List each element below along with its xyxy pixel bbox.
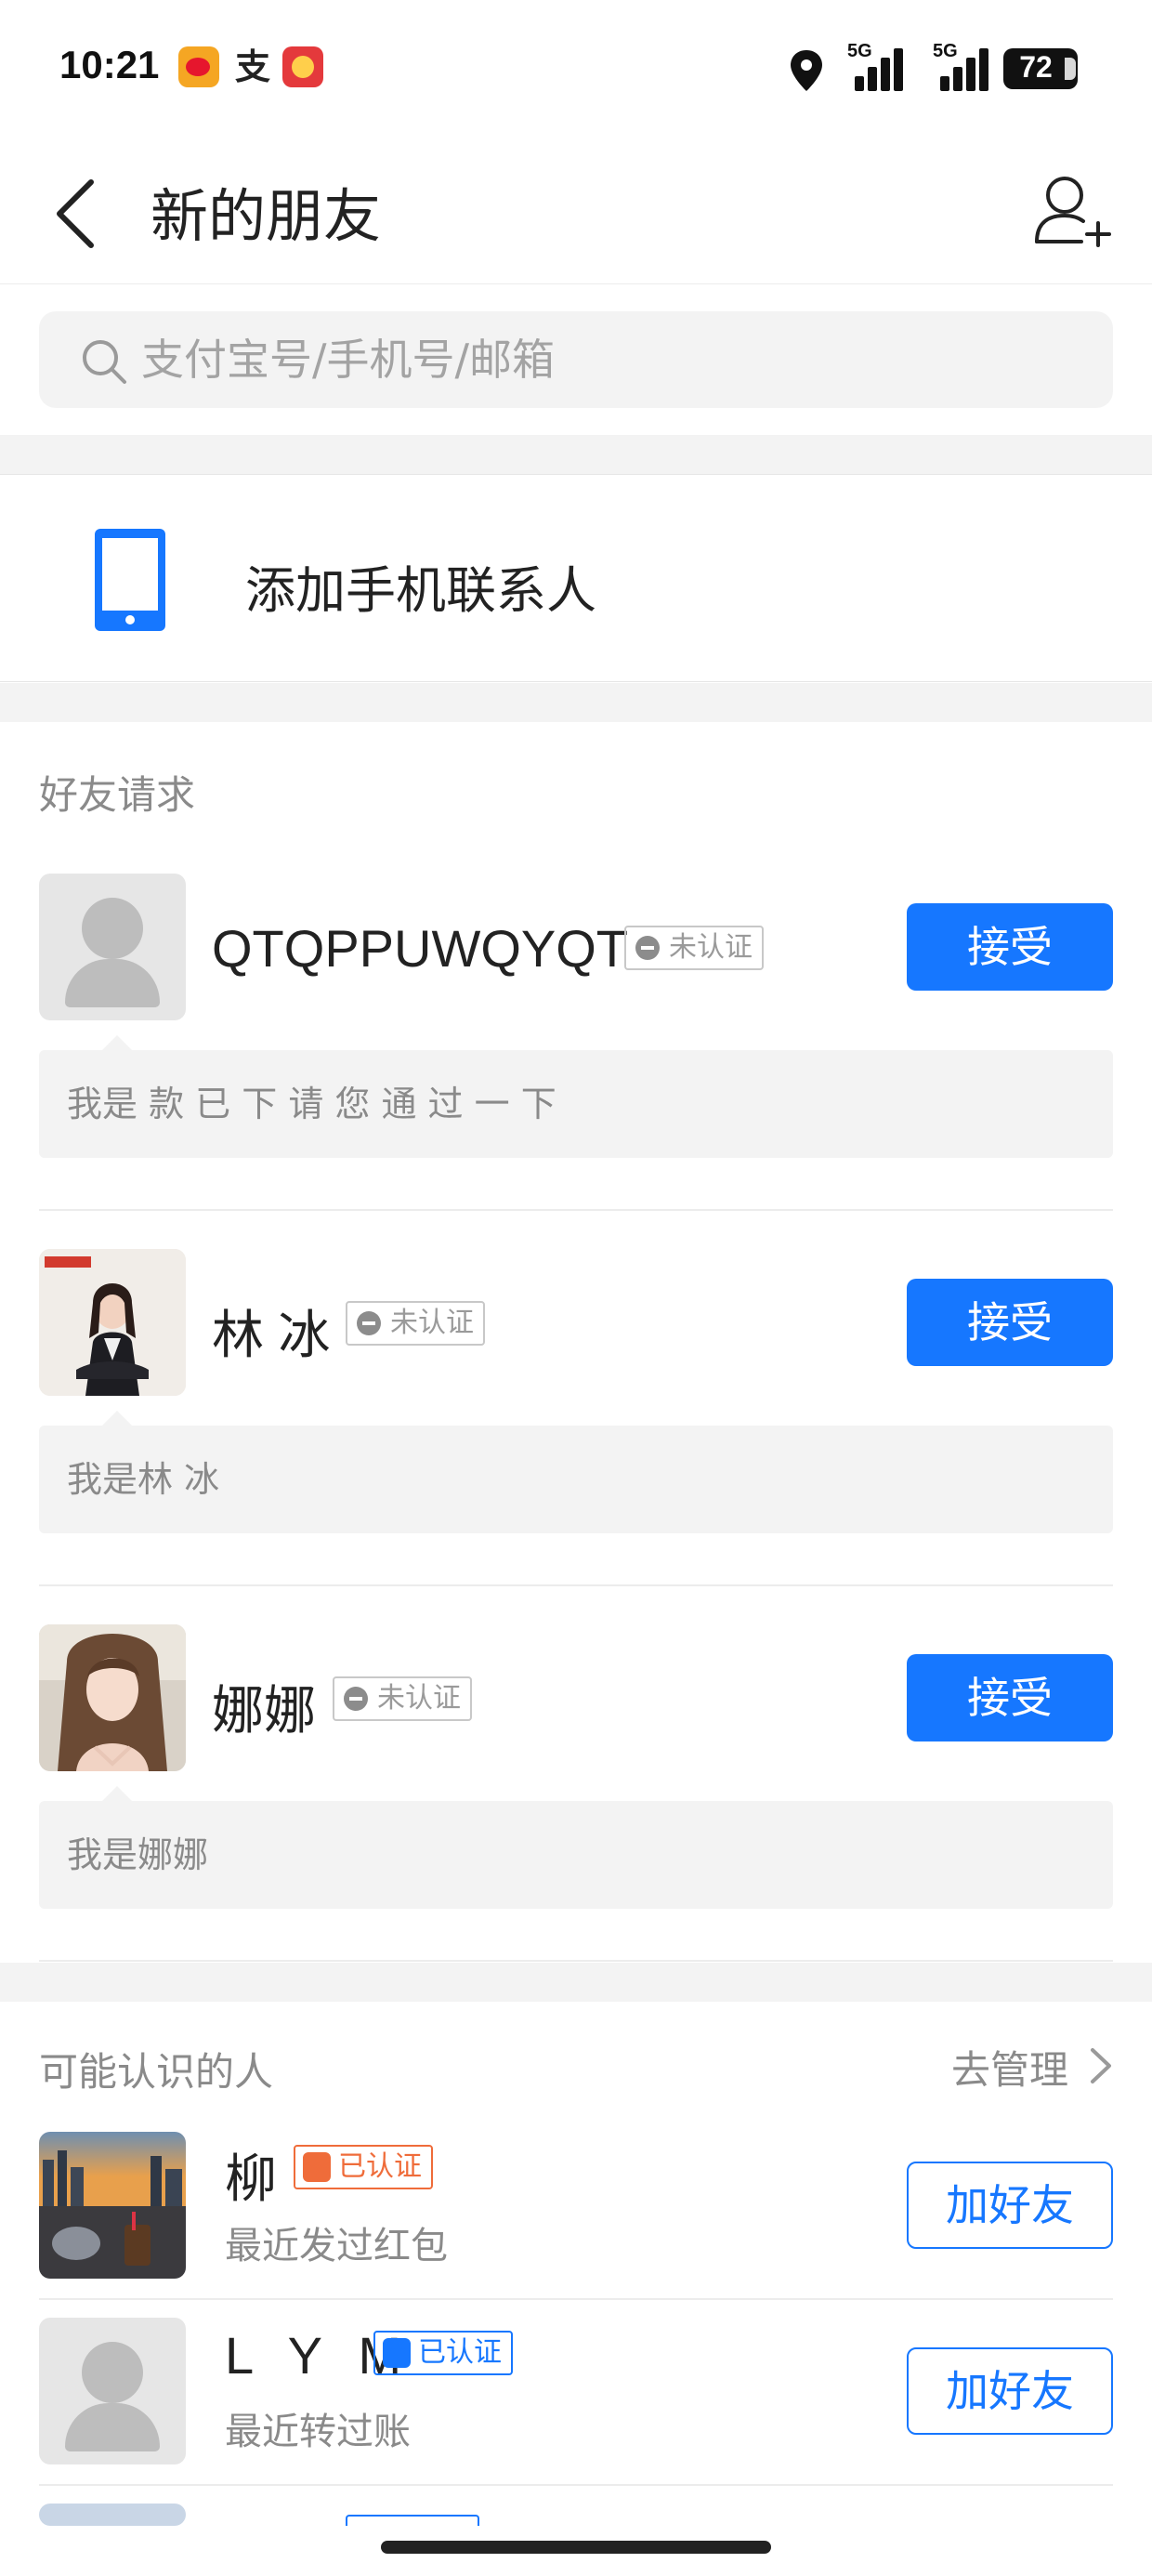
- unverified-badge: 未认证: [346, 1301, 485, 1346]
- cellular-signal-icon-2: 5G: [927, 41, 990, 91]
- accept-button[interactable]: 接受: [907, 1279, 1113, 1366]
- verified-badge: 已认证: [294, 2145, 433, 2189]
- avatar-photo-city-sunset[interactable]: [39, 2132, 186, 2279]
- person-activity: 最近转过账: [225, 2411, 411, 2453]
- verified-badge: 已认证: [373, 2331, 513, 2375]
- unverified-badge: 未认证: [333, 1676, 472, 1721]
- section-gap-3: [0, 1963, 1152, 2002]
- divider: [39, 2484, 1113, 2486]
- request-message: 我是娜娜: [39, 1786, 1113, 1909]
- avatar-placeholder[interactable]: [39, 874, 186, 1020]
- friend-requests-title: 好友请求: [39, 772, 196, 818]
- accept-button[interactable]: 接受: [907, 1654, 1113, 1741]
- request-message: 我是 款 已 下 请 您 通 过 一 下: [39, 1035, 1113, 1158]
- search-icon: [83, 340, 126, 384]
- request-message: 我是林 冰: [39, 1411, 1113, 1533]
- battery-level: 72: [1019, 50, 1053, 84]
- section-gap: [0, 435, 1152, 474]
- people-you-may-know-title: 可能认识的人: [39, 2049, 274, 2095]
- add-friend-button[interactable]: 加好友: [907, 2162, 1113, 2249]
- add-friend-button[interactable]: 加好友: [907, 2347, 1113, 2435]
- location-icon: [791, 50, 822, 91]
- status-bar: 10:21 支 5G 5G 72: [0, 0, 1152, 139]
- person-name: 柳: [225, 2149, 288, 2208]
- page-title: 新的朋友: [151, 182, 382, 250]
- avatar-photo-business-woman[interactable]: [39, 1249, 186, 1396]
- shopping-notification-icon: [282, 46, 323, 87]
- divider: [39, 1209, 1113, 1211]
- cellular-signal-icon: 5G: [842, 41, 905, 91]
- phone-icon: [95, 529, 165, 631]
- request-name: 娜娜: [212, 1681, 316, 1740]
- accept-button[interactable]: 接受: [907, 903, 1113, 991]
- add-friend-icon[interactable]: [1031, 167, 1115, 251]
- avatar-partial[interactable]: [39, 2504, 186, 2526]
- add-contacts-label: 添加手机联系人: [245, 561, 596, 620]
- chevron-right-icon[interactable]: [1087, 2044, 1115, 2087]
- request-name: QTQPPUWQYQT: [212, 919, 628, 978]
- verified-badge-partial: [346, 2515, 479, 2526]
- search-bar[interactable]: [39, 311, 1113, 408]
- status-time: 10:21: [59, 43, 160, 86]
- divider: [39, 1960, 1113, 1962]
- avatar-photo-woman-portrait[interactable]: [39, 1624, 186, 1771]
- home-indicator[interactable]: [381, 2541, 771, 2554]
- back-icon[interactable]: [48, 177, 104, 251]
- unverified-badge: 未认证: [624, 926, 764, 970]
- avatar-placeholder[interactable]: [39, 2318, 186, 2464]
- request-name: 林 冰: [212, 1306, 331, 1364]
- battery-tip: [1065, 58, 1076, 80]
- section-gap-2: [0, 683, 1152, 722]
- alipay-notification-icon: 支: [234, 46, 270, 87]
- person-activity: 最近发过红包: [225, 2225, 448, 2267]
- divider: [39, 2298, 1113, 2300]
- divider: [39, 1584, 1113, 1586]
- add-phone-contacts-row[interactable]: 添加手机联系人: [0, 474, 1152, 682]
- search-input[interactable]: [141, 311, 1070, 408]
- weibo-notification-icon: [178, 46, 219, 87]
- manage-link[interactable]: 去管理: [951, 2039, 1068, 2096]
- nav-bar: 新的朋友: [0, 139, 1152, 284]
